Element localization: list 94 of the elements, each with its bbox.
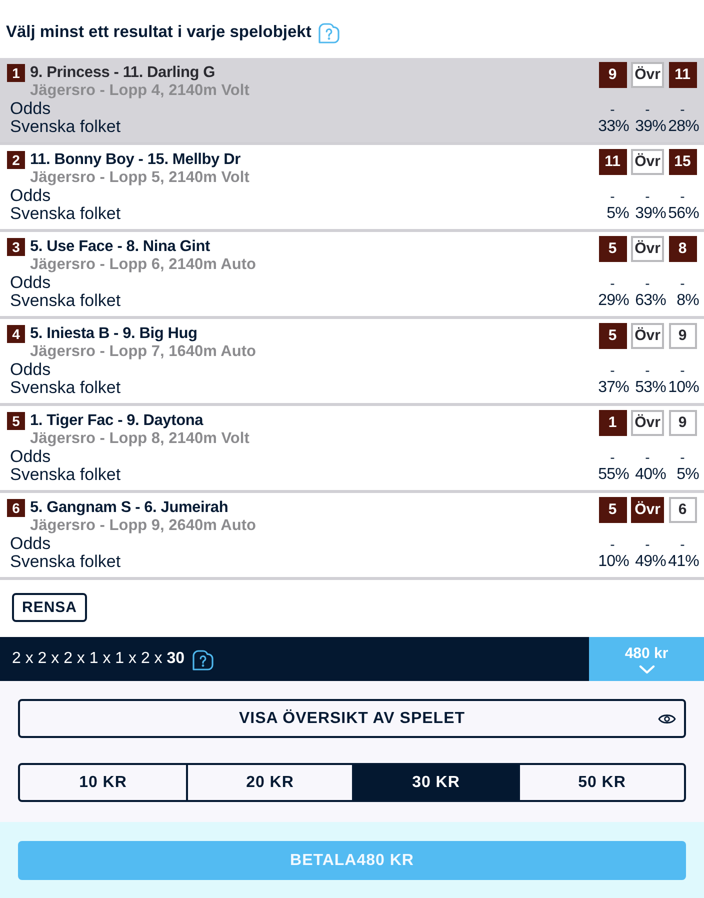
option-button[interactable]: Övr [630, 62, 664, 88]
race-number: 6 [7, 499, 25, 517]
option-button[interactable]: 5 [598, 236, 626, 262]
share-value: 28% [667, 118, 699, 136]
public-label: Svenska folket [9, 292, 122, 310]
odds-value: - [644, 187, 651, 205]
stake-option[interactable]: 30 KR [352, 765, 518, 800]
race-subtitle: Jägersro - Lopp 6, 2140m Auto [29, 256, 256, 274]
race-subtitle: Jägersro - Lopp 4, 2140m Volt [29, 82, 250, 100]
race-subtitle: Jägersro - Lopp 8, 2140m Volt [29, 430, 250, 448]
odds-label: Odds [9, 187, 52, 205]
option-button[interactable]: 9 [668, 323, 696, 349]
clear-button[interactable]: RENSA [12, 593, 88, 622]
race-number: 3 [7, 238, 25, 256]
share-value: 5% [676, 466, 699, 484]
public-label: Svenska folket [9, 466, 122, 484]
race-number: 2 [7, 151, 25, 169]
odds-value: - [609, 187, 616, 205]
share-value: 53% [634, 379, 666, 397]
odds-label: Odds [9, 361, 52, 379]
option-button[interactable]: 11 [598, 149, 626, 175]
odds-value: - [679, 100, 686, 118]
race-subtitle: Jägersro - Lopp 9, 2640m Auto [29, 517, 256, 535]
option-button[interactable]: Övr [630, 323, 664, 349]
odds-label: Odds [9, 535, 52, 553]
share-value: 37% [597, 379, 629, 397]
option-button[interactable]: Övr [630, 497, 664, 523]
race-title: 11. Bonny Boy - 15. Mellby Dr [30, 151, 240, 169]
odds-value: - [644, 448, 651, 466]
odds-value: - [644, 361, 651, 379]
odds-label: Odds [9, 100, 52, 118]
public-label: Svenska folket [9, 205, 122, 223]
odds-value: - [679, 274, 686, 292]
share-value: 10% [667, 379, 699, 397]
share-value: 41% [667, 553, 699, 571]
option-button[interactable]: 11 [668, 62, 696, 88]
option-button[interactable]: Övr [630, 410, 664, 436]
race-subtitle: Jägersro - Lopp 5, 2140m Volt [29, 169, 250, 187]
odds-value: - [609, 361, 616, 379]
public-label: Svenska folket [9, 118, 122, 136]
help-icon[interactable] [190, 647, 215, 671]
option-button[interactable]: 8 [668, 236, 696, 262]
odds-value: - [609, 535, 616, 553]
chevron-down-icon [638, 664, 654, 674]
race-number: 5 [7, 412, 25, 430]
race-title: 5. Use Face - 8. Nina Gint [30, 238, 210, 256]
odds-value: - [679, 187, 686, 205]
option-button[interactable]: 15 [668, 149, 696, 175]
public-label: Svenska folket [9, 553, 122, 571]
odds-value: - [644, 100, 651, 118]
public-label: Svenska folket [9, 379, 122, 397]
option-button[interactable]: 9 [668, 410, 696, 436]
eye-icon [658, 712, 676, 724]
share-value: 40% [634, 466, 666, 484]
race-subtitle: Jägersro - Lopp 7, 1640m Auto [29, 343, 256, 361]
odds-value: - [644, 274, 651, 292]
odds-value: - [679, 448, 686, 466]
odds-value: - [679, 361, 686, 379]
share-value: 10% [597, 553, 629, 571]
stake-option[interactable]: 50 KR [518, 765, 684, 800]
option-button[interactable]: Övr [630, 149, 664, 175]
race-title: 5. Iniesta B - 9. Big Hug [30, 325, 198, 343]
odds-value: - [679, 535, 686, 553]
share-value: 29% [597, 292, 629, 310]
share-value: 55% [597, 466, 629, 484]
race-title: 1. Tiger Fac - 9. Daytona [30, 412, 204, 430]
share-value: 33% [597, 118, 629, 136]
rows-formula: 2 x 2 x 2 x 1 x 1 x 2 x 30 [12, 650, 185, 668]
odds-value: - [609, 100, 616, 118]
share-value: 5% [606, 205, 629, 223]
odds-label: Odds [9, 448, 52, 466]
instruction-heading: Välj minst ett resultat i varje spelobjekt [6, 22, 312, 43]
share-value: 39% [634, 118, 666, 136]
option-button[interactable]: 6 [668, 497, 696, 523]
stake-option[interactable]: 10 KR [20, 765, 186, 800]
option-button[interactable]: Övr [630, 236, 664, 262]
odds-value: - [609, 448, 616, 466]
race-title: 5. Gangnam S - 6. Jumeirah [30, 499, 228, 517]
option-button[interactable]: 1 [598, 410, 626, 436]
option-button[interactable]: 5 [598, 497, 626, 523]
odds-value: - [644, 535, 651, 553]
race-title: 9. Princess - 11. Darling G [30, 64, 215, 82]
option-button[interactable]: 5 [598, 323, 626, 349]
odds-label: Odds [9, 274, 52, 292]
share-value: 49% [634, 553, 666, 571]
share-value: 8% [676, 292, 699, 310]
odds-value: - [609, 274, 616, 292]
option-button[interactable]: 9 [598, 62, 626, 88]
share-value: 56% [667, 205, 699, 223]
race-number: 4 [7, 325, 25, 343]
share-value: 39% [634, 205, 666, 223]
share-value: 63% [634, 292, 666, 310]
overview-button[interactable]: VISA ÖVERSIKT AV SPELET [18, 699, 686, 738]
race-number: 1 [7, 64, 25, 82]
